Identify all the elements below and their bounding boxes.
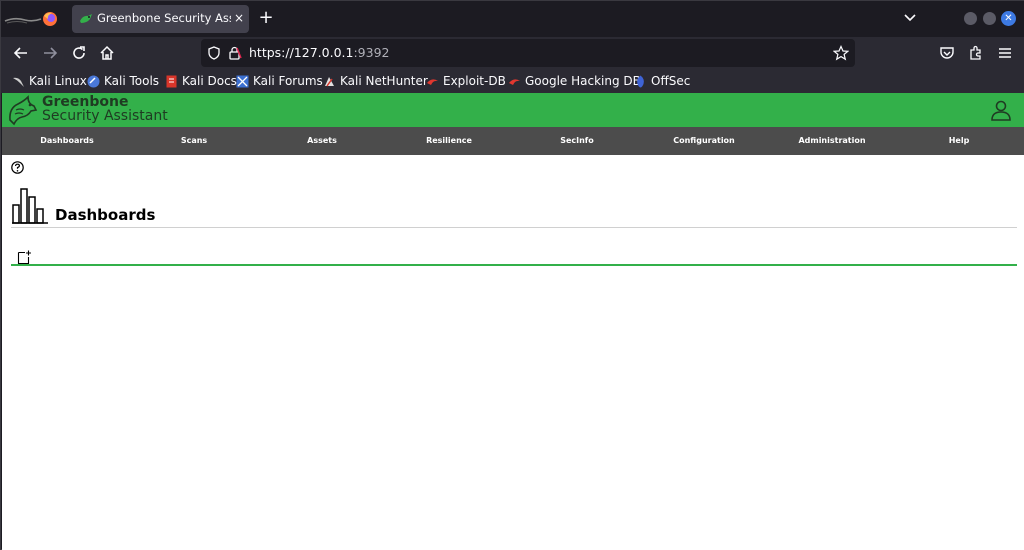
- kali-forums-icon: [236, 75, 249, 87]
- bookmarks-toolbar: Kali Linux Kali Tools Kali Docs Kali For…: [1, 69, 1024, 93]
- tab-strip: Greenbone Security Assistant × + ✕: [1, 1, 1024, 37]
- page-content: Greenbone Security Assistant Dashboards …: [2, 93, 1024, 550]
- menu-scans[interactable]: Scans: [134, 127, 254, 155]
- reload-icon[interactable]: [70, 44, 88, 62]
- menu-configuration[interactable]: Configuration: [644, 127, 764, 155]
- gsa-header: Greenbone Security Assistant: [2, 93, 1024, 127]
- bookmark-kali-linux[interactable]: Kali Linux: [12, 73, 87, 89]
- menu-secinfo[interactable]: SecInfo: [517, 127, 637, 155]
- kali-dragon-icon: [4, 17, 42, 24]
- nethunter-icon: [325, 76, 334, 86]
- chevron-down-icon[interactable]: [903, 12, 917, 24]
- bookmark-kali-nethunter[interactable]: Kali NetHunter: [323, 73, 428, 89]
- window-close-button[interactable]: ✕: [1001, 11, 1016, 26]
- lock-warning-icon[interactable]: [228, 45, 242, 61]
- menu-help[interactable]: Help: [899, 127, 1019, 155]
- pocket-icon[interactable]: [938, 44, 956, 62]
- brand-subtitle: Security Assistant: [42, 108, 168, 124]
- bookmark-offsec[interactable]: OffSec: [634, 73, 690, 89]
- bookmark-kali-tools[interactable]: Kali Tools: [87, 73, 159, 89]
- url-text[interactable]: https://127.0.0.1:9392: [249, 45, 389, 60]
- offsec-icon: [637, 75, 644, 87]
- new-tab-button[interactable]: +: [257, 8, 275, 28]
- greenbone-favicon-icon: [80, 14, 92, 23]
- tab-greenbone[interactable]: Greenbone Security Assistant ×: [72, 5, 249, 33]
- bookmark-exploit-db[interactable]: Exploit-DB: [426, 73, 506, 89]
- forward-arrow-icon[interactable]: [41, 44, 59, 62]
- ghdb-icon: [509, 78, 520, 85]
- main-menu: Dashboards Scans Assets Resilience SecIn…: [2, 127, 1024, 155]
- menu-dashboards[interactable]: Dashboards: [7, 127, 127, 155]
- back-arrow-icon[interactable]: [12, 44, 30, 62]
- greenbone-logo-icon[interactable]: [6, 94, 40, 126]
- help-icon[interactable]: [11, 161, 24, 174]
- menu-assets[interactable]: Assets: [262, 127, 382, 155]
- kali-dragon-icon: [13, 77, 24, 87]
- home-icon[interactable]: [98, 44, 116, 62]
- window-maximize-button[interactable]: [983, 12, 996, 25]
- navigation-toolbar: https://127.0.0.1:9392: [1, 37, 1024, 69]
- window-minimize-button[interactable]: [964, 12, 977, 25]
- kali-docs-icon: [166, 75, 177, 87]
- user-icon[interactable]: [990, 99, 1012, 121]
- menu-resilience[interactable]: Resilience: [389, 127, 509, 155]
- new-dashboard-icon[interactable]: [17, 250, 32, 265]
- dashboard-tab-divider: [11, 264, 1017, 266]
- bookmark-kali-docs[interactable]: Kali Docs: [165, 73, 237, 89]
- menu-administration[interactable]: Administration: [772, 127, 892, 155]
- browser-window: Greenbone Security Assistant × + ✕: [0, 0, 1024, 550]
- dashboard-chart-icon: [12, 188, 48, 224]
- extensions-icon[interactable]: [967, 44, 985, 62]
- kali-tools-icon: [87, 75, 100, 87]
- bookmark-star-icon[interactable]: [833, 45, 849, 61]
- tab-title: Greenbone Security Assistant: [97, 11, 231, 25]
- firefox-view-icon[interactable]: [41, 10, 59, 28]
- hamburger-menu-icon[interactable]: [996, 44, 1014, 62]
- page-title: Dashboards: [55, 206, 156, 224]
- url-bar[interactable]: https://127.0.0.1:9392: [201, 39, 855, 67]
- shield-icon[interactable]: [207, 46, 221, 60]
- title-divider: [11, 227, 1017, 228]
- exploit-db-icon: [427, 78, 438, 85]
- bookmark-kali-forums[interactable]: Kali Forums: [236, 73, 323, 89]
- tab-close-button[interactable]: ×: [232, 10, 246, 26]
- bookmark-google-hacking-db[interactable]: Google Hacking DB: [508, 73, 641, 89]
